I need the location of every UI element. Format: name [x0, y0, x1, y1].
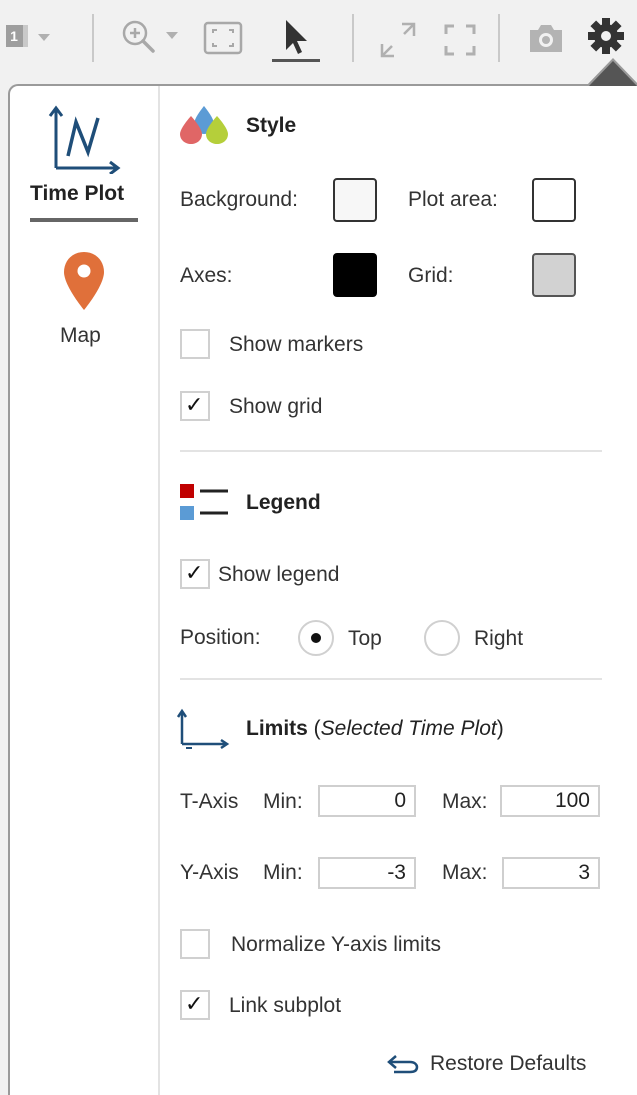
camera-icon: [530, 25, 562, 52]
normalize-y-checkbox[interactable]: [180, 929, 210, 959]
t-min-label: Min:: [263, 790, 303, 813]
pointer-button[interactable]: [268, 16, 324, 64]
show-grid-label: Show grid: [229, 395, 323, 418]
t-max-input[interactable]: 100: [500, 785, 600, 817]
check-icon: ✓: [185, 392, 204, 417]
style-heading: Style: [246, 114, 297, 137]
sidebar-item-time-plot[interactable]: Time Plot: [20, 100, 150, 230]
fullscreen-icon: [444, 24, 476, 56]
limits-title: Limits: [246, 717, 308, 740]
show-legend-checkbox[interactable]: ✓: [180, 559, 210, 589]
check-icon: ✓: [185, 991, 204, 1016]
axes-label: Axes:: [180, 264, 233, 287]
section-divider: [180, 450, 602, 452]
y-min-input[interactable]: -3: [318, 857, 416, 889]
link-subplot-label: Link subplot: [229, 994, 342, 1017]
expand-icon: [380, 22, 416, 58]
axes-limits-icon: [176, 708, 230, 750]
y-max-label: Max:: [442, 861, 488, 884]
position-top-label: Top: [348, 627, 382, 650]
t-min-input[interactable]: 0: [318, 785, 416, 817]
link-subplot-checkbox[interactable]: ✓: [180, 990, 210, 1020]
screenshot-button[interactable]: [526, 20, 566, 56]
toolbar: 1: [0, 0, 637, 84]
gear-icon: [588, 18, 624, 54]
normalize-y-label: Normalize Y-axis limits: [231, 933, 442, 956]
position-right-label: Right: [474, 627, 524, 650]
subplot-layout-button[interactable]: 1: [6, 22, 76, 52]
undo-arrow-icon: [387, 1055, 419, 1074]
zoom-in-icon: [122, 20, 155, 53]
y-max-input[interactable]: 3: [502, 857, 600, 889]
toolbar-divider: [92, 14, 94, 62]
check-icon: ✓: [185, 560, 204, 585]
limits-heading: Limits (Selected Time Plot): [246, 717, 504, 741]
plot-area-label: Plot area:: [408, 188, 498, 211]
zoom-button[interactable]: [120, 18, 180, 58]
panel-caret-fill: [589, 61, 637, 86]
radio-selected-dot: [311, 633, 321, 643]
style-drops-icon: [180, 106, 228, 144]
position-top-radio[interactable]: [298, 620, 334, 656]
time-plot-icon: [48, 105, 121, 174]
subplot-layout-icon: 1: [6, 25, 28, 47]
section-divider: [180, 678, 602, 680]
limits-subtitle: (Selected Time Plot): [307, 717, 504, 740]
t-axis-label: T-Axis: [180, 790, 239, 813]
toolbar-divider: [498, 14, 500, 62]
selected-indicator: [30, 218, 138, 222]
legend-icon: [180, 484, 228, 520]
restore-defaults-button[interactable]: Restore Defaults: [386, 1048, 616, 1080]
sidebar-item-map[interactable]: Map: [20, 246, 150, 356]
pointer-icon: [272, 20, 320, 62]
show-markers-checkbox[interactable]: [180, 329, 210, 359]
background-label: Background:: [180, 188, 298, 211]
position-label: Position:: [180, 626, 261, 649]
toolbar-divider: [352, 14, 354, 62]
axes-color-swatch[interactable]: [333, 253, 377, 297]
grid-color-swatch[interactable]: [532, 253, 576, 297]
y-axis-label: Y-Axis: [180, 861, 239, 884]
expand-button[interactable]: [378, 20, 418, 60]
show-grid-checkbox[interactable]: ✓: [180, 391, 210, 421]
map-pin-icon: [64, 252, 104, 310]
background-color-swatch[interactable]: [333, 178, 377, 222]
position-right-radio[interactable]: [424, 620, 460, 656]
chevron-down-icon: [166, 32, 178, 39]
grid-label: Grid:: [408, 264, 454, 287]
restore-defaults-label: Restore Defaults: [430, 1052, 587, 1075]
legend-heading: Legend: [246, 491, 321, 514]
plot-area-color-swatch[interactable]: [532, 178, 576, 222]
sidebar-item-label: Map: [60, 324, 101, 347]
y-min-label: Min:: [263, 861, 303, 884]
fit-to-view-icon: [203, 21, 243, 55]
t-max-label: Max:: [442, 790, 488, 813]
fit-to-view-button[interactable]: [202, 20, 244, 56]
sidebar-item-label: Time Plot: [30, 182, 125, 205]
settings-button[interactable]: [586, 16, 626, 56]
subplot-badge: 1: [10, 28, 18, 44]
show-legend-label: Show legend: [218, 563, 340, 586]
fullscreen-button[interactable]: [442, 22, 478, 58]
chevron-down-icon: [38, 34, 50, 41]
sidebar-divider: [158, 86, 160, 1095]
show-markers-label: Show markers: [229, 333, 364, 356]
